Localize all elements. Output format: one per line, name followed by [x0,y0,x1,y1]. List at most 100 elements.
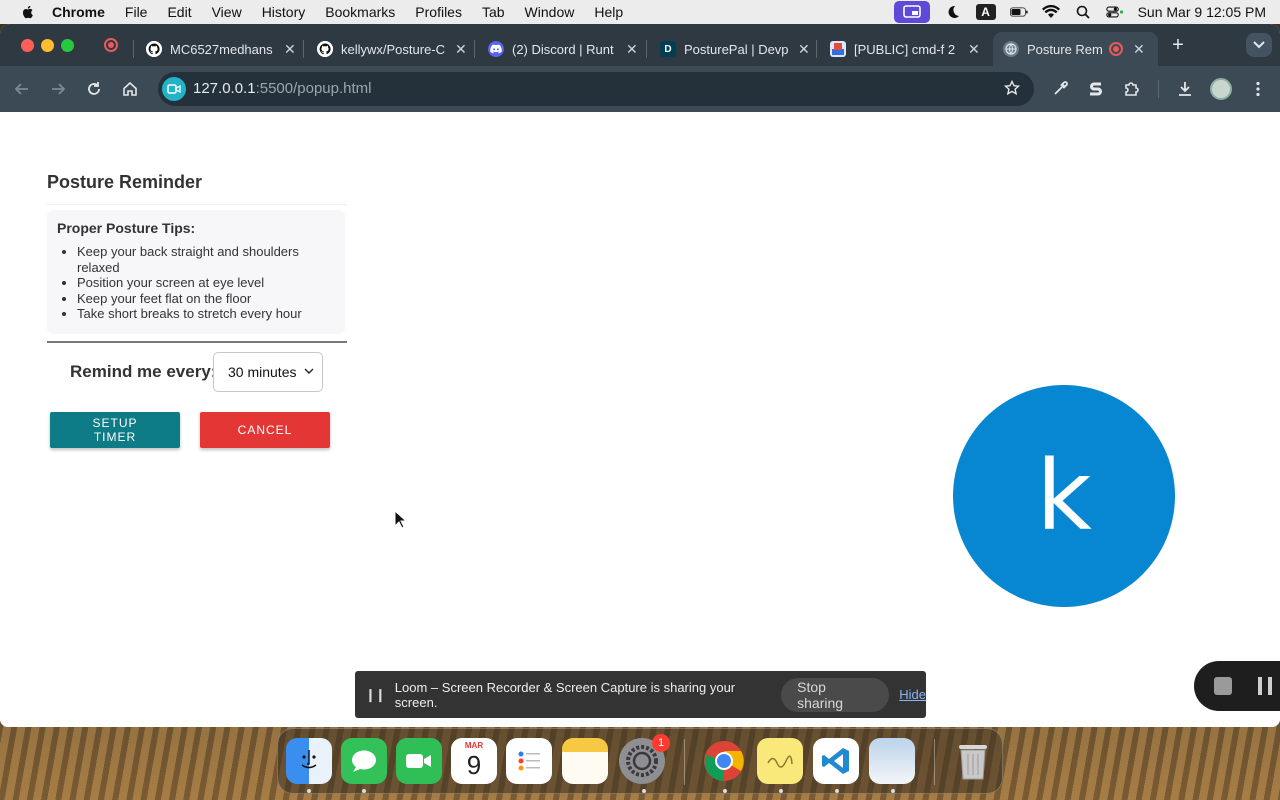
document-icon [830,41,846,57]
running-indicator [891,789,895,793]
video-camera-icon[interactable] [162,77,186,101]
battery-icon[interactable] [1009,4,1028,20]
wifi-icon[interactable] [1041,4,1060,20]
running-indicator [642,789,646,793]
hide-link[interactable]: Hide [899,687,926,702]
reminders-icon[interactable] [506,738,552,784]
reload-button[interactable] [83,78,105,100]
close-icon[interactable]: ✕ [284,41,296,58]
messages-icon[interactable] [341,738,387,784]
vscode-icon[interactable] [813,738,859,784]
tab-separator [474,40,475,58]
tab-search-button[interactable] [1246,33,1272,57]
close-icon[interactable]: ✕ [968,41,980,58]
interval-select[interactable]: 30 minutes [213,352,323,392]
dock: MAR 9 1 [277,728,1003,794]
extension-s-icon[interactable] [1085,78,1107,100]
cancel-button[interactable]: CANCEL [200,412,330,448]
menu-help[interactable]: Help [594,4,623,20]
tab-title: kellywx/Posture-C [341,41,445,57]
apple-icon[interactable] [20,4,36,20]
control-center-icon[interactable] [1105,4,1124,20]
tab-github-posture[interactable]: kellywx/Posture-C ✕ [307,32,477,66]
menu-view[interactable]: View [212,4,242,20]
menu-app-chrome[interactable]: Chrome [52,4,105,20]
drag-handle-icon[interactable]: ❙❙ [365,687,386,703]
recording-indicator-icon [1109,42,1123,56]
close-icon[interactable]: ✕ [798,41,810,58]
facetime-icon[interactable] [396,738,442,784]
pause-recording-icon[interactable] [1258,677,1272,695]
preview-icon[interactable] [869,738,915,784]
more-menu-icon[interactable] [1247,78,1269,100]
notes-icon[interactable] [562,738,608,784]
stickies-icon[interactable] [757,738,803,784]
tab-title: MC6527medhans [170,41,273,57]
close-icon[interactable]: ✕ [455,41,467,58]
tab-github-medhans[interactable]: MC6527medhans ✕ [136,32,306,66]
menu-file[interactable]: File [125,4,148,20]
tab-public-cmd-f[interactable]: [PUBLIC] cmd-f 2 ✕ [820,32,990,66]
dock-divider [684,739,685,785]
menu-edit[interactable]: Edit [167,4,191,20]
stop-recording-icon[interactable] [1214,677,1232,695]
sharing-message: Loom – Screen Recorder & Screen Capture … [394,679,736,710]
mouse-cursor-icon [394,510,408,529]
profile-avatar[interactable] [1210,78,1232,100]
menu-profiles[interactable]: Profiles [415,4,462,20]
minimize-window-button[interactable] [41,39,54,52]
browser-window: MC6527medhans ✕ kellywx/Posture-C ✕ (2) … [0,24,1280,727]
trash-icon[interactable] [950,738,996,784]
input-source-icon[interactable]: A [975,4,996,20]
new-tab-button[interactable]: + [1168,35,1188,56]
spotlight-search-icon[interactable] [1074,4,1092,20]
remind-label: Remind me every: [70,362,217,381]
tips-panel: Proper Posture Tips: Keep your back stra… [47,210,345,334]
tab-title: (2) Discord | Runt [512,41,614,57]
chrome-icon[interactable] [701,738,747,784]
calendar-icon[interactable]: MAR 9 [451,738,497,784]
screen-share-icon[interactable] [893,1,930,23]
bookmark-star-icon[interactable] [1003,79,1021,101]
menu-bar: Chrome File Edit View History Bookmarks … [0,0,1280,24]
section-divider [47,341,347,343]
toolbar-divider [1158,80,1159,98]
list-item: Position your screen at eye level [77,275,335,291]
eyedropper-icon[interactable] [1049,78,1071,100]
setup-timer-button[interactable]: SETUP TIMER [50,412,180,448]
home-button[interactable] [119,78,141,100]
arrow-left-icon [14,83,28,95]
tab-separator [303,40,304,58]
download-icon[interactable] [1174,78,1196,100]
menu-bar-clock[interactable]: Sun Mar 9 12:05 PM [1138,4,1266,20]
menu-tab[interactable]: Tab [482,4,505,20]
menu-bookmarks[interactable]: Bookmarks [325,4,395,20]
loom-camera-bubble[interactable]: k [953,385,1175,607]
close-icon[interactable]: ✕ [1133,41,1145,58]
back-button[interactable] [11,78,33,100]
close-icon[interactable]: ✕ [626,41,638,58]
stop-sharing-button[interactable]: Stop sharing [781,677,890,712]
globe-icon [1003,41,1019,57]
tab-title: [PUBLIC] cmd-f 2 [854,41,956,57]
tab-devpost[interactable]: D PosturePal | Devp ✕ [650,32,820,66]
menu-history[interactable]: History [262,4,306,20]
url-host: 127.0.0.1 [193,80,256,97]
extensions-puzzle-icon[interactable] [1121,78,1143,100]
tips-list: Keep your back straight and shoulders re… [77,244,335,322]
maximize-window-button[interactable] [61,39,74,52]
tab-discord[interactable]: (2) Discord | Runt ✕ [478,32,648,66]
close-window-button[interactable] [21,39,34,52]
finder-icon[interactable] [286,738,332,784]
screen-sharing-bar: ❙❙ Loom – Screen Recorder & Screen Captu… [355,671,926,718]
forward-button[interactable] [47,78,69,100]
tab-posture-reminder[interactable]: Posture Remin ✕ [993,32,1158,66]
tab-separator [646,40,647,58]
address-bar[interactable]: 127.0.0.1:5500/popup.html [158,72,1034,106]
calendar-day: 9 [466,750,482,780]
discord-icon [488,41,504,57]
menu-window[interactable]: Window [525,4,575,20]
tab-separator [816,40,817,58]
moon-icon[interactable] [944,4,962,20]
url-text[interactable]: 127.0.0.1:5500/popup.html [193,80,371,97]
